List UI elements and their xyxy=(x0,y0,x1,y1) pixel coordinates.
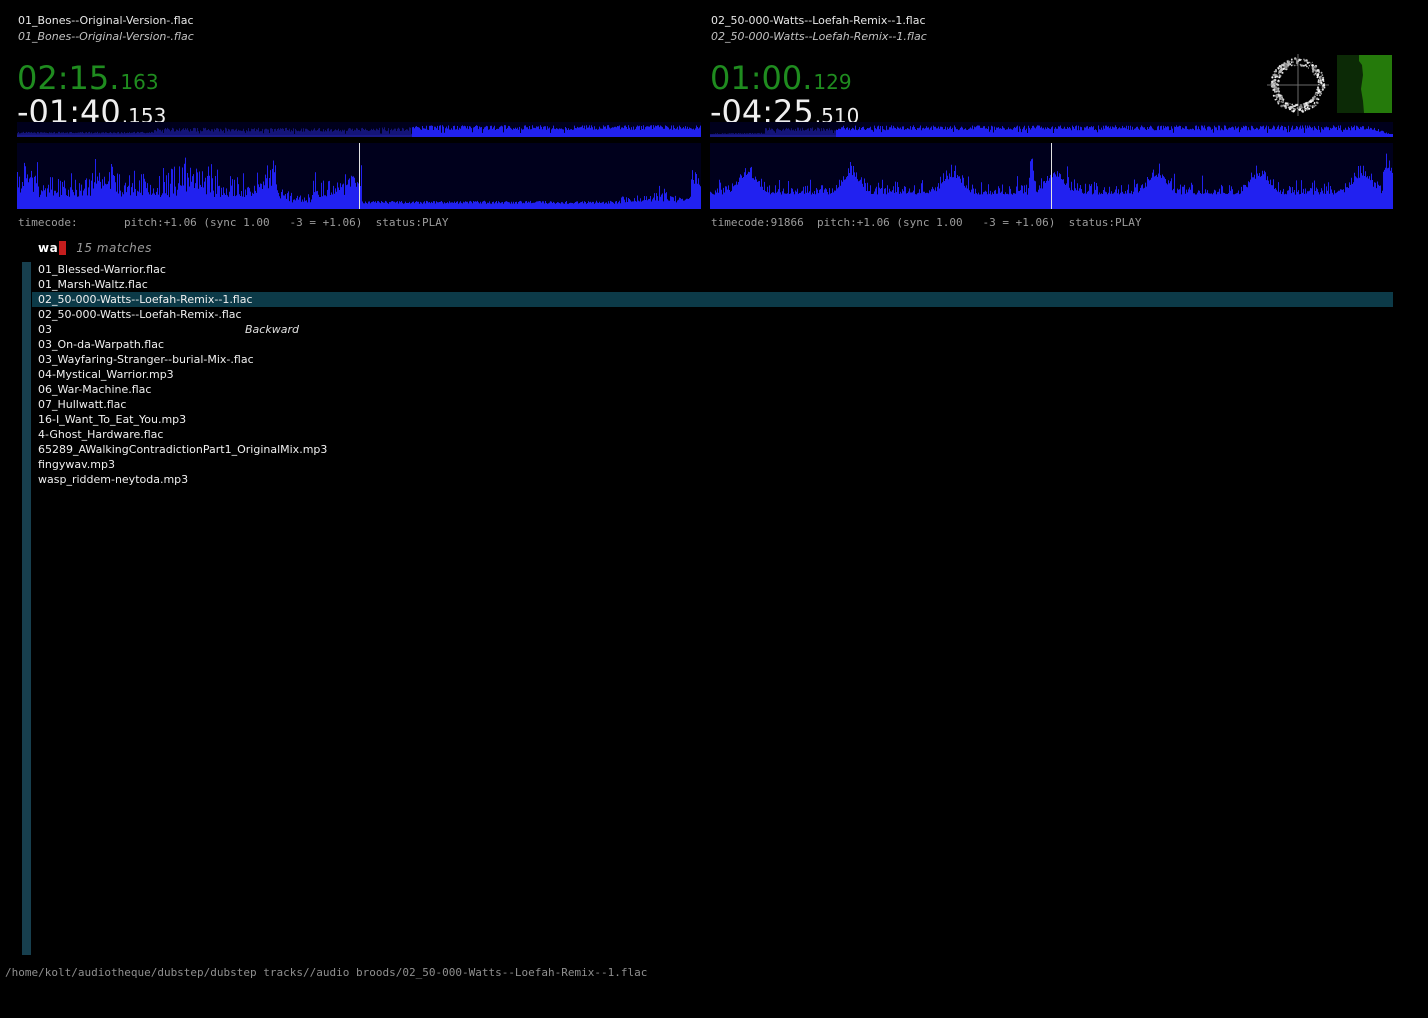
deck-left-track-subtitle: 01_Bones--Original-Version-.flac xyxy=(18,30,194,43)
tracklist-scrollbar[interactable] xyxy=(22,262,31,955)
track-name: 02_50-000-Watts--Loefah-Remix-.flac xyxy=(38,308,242,321)
track-name: 03 xyxy=(38,323,52,336)
track-row[interactable]: 01_Marsh-Waltz.flac xyxy=(32,277,1393,292)
track-name: wasp_riddem-neytoda.mp3 xyxy=(38,473,189,486)
track-row[interactable]: fingywav.mp3 xyxy=(32,457,1393,472)
track-name: 03_Wayfaring-Stranger--burial-Mix-.flac xyxy=(38,353,254,366)
track-row[interactable]: 02_50-000-Watts--Loefah-Remix--1.flac xyxy=(32,292,1393,307)
deck-left: 01_Bones--Original-Version-.flac 01_Bone… xyxy=(17,14,701,234)
search-bar[interactable]: wa 15 matches xyxy=(38,240,152,256)
track-list: 01_Blessed-Warrior.flac 01_Marsh-Waltz.fl… xyxy=(32,262,1393,487)
deck-right-waveform-overview xyxy=(710,122,1393,137)
deck-right: 02_50-000-Watts--Loefah-Remix--1.flac 02… xyxy=(710,14,1393,234)
track-row[interactable]: 65289_AWalkingContradictionPart1_Origina… xyxy=(32,442,1393,457)
deck-right-waveform-closeup xyxy=(710,143,1393,209)
deck-right-status-line: timecode:91866 pitch:+1.06 (sync 1.00 -3… xyxy=(711,216,1142,229)
deck-right-track-title: 02_50-000-Watts--Loefah-Remix--1.flac xyxy=(711,14,926,27)
track-row[interactable]: 03_On-da-Warpath.flac xyxy=(32,337,1393,352)
track-name: 06_War-Machine.flac xyxy=(38,383,152,396)
track-name: 16-I_Want_To_Eat_You.mp3 xyxy=(38,413,187,426)
deck-left-status-line: timecode: pitch:+1.06 (sync 1.00 -3 = +1… xyxy=(18,216,449,229)
selected-track-path: /home/kolt/audiotheque/dubstep/dubstep t… xyxy=(5,966,648,979)
text-cursor xyxy=(59,241,67,255)
deck-left-track-title: 01_Bones--Original-Version-.flac xyxy=(18,14,194,27)
track-note: Backward xyxy=(245,323,299,336)
track-name: 04-Mystical_Warrior.mp3 xyxy=(38,368,174,381)
deck-left-waveform-closeup xyxy=(17,143,701,209)
track-row[interactable]: 01_Blessed-Warrior.flac xyxy=(32,262,1393,277)
track-row[interactable]: 04-Mystical_Warrior.mp3 xyxy=(32,367,1393,382)
track-name: 01_Marsh-Waltz.flac xyxy=(38,278,148,291)
track-name: 02_50-000-Watts--Loefah-Remix--1.flac xyxy=(38,293,253,306)
track-row[interactable]: 06_War-Machine.flac xyxy=(32,382,1393,397)
track-name: 65289_AWalkingContradictionPart1_Origina… xyxy=(38,443,328,456)
match-count-label: 15 matches xyxy=(76,241,152,255)
track-row[interactable]: 16-I_Want_To_Eat_You.mp3 xyxy=(32,412,1393,427)
timecode-scope-icon xyxy=(1267,54,1329,116)
track-row[interactable]: 03 Backward xyxy=(32,322,1393,337)
track-row[interactable]: 02_50-000-Watts--Loefah-Remix-.flac xyxy=(32,307,1393,322)
signal-meter-icon xyxy=(1337,55,1392,113)
track-row[interactable]: 03_Wayfaring-Stranger--burial-Mix-.flac xyxy=(32,352,1393,367)
track-name: 07_Hullwatt.flac xyxy=(38,398,127,411)
xwax-window: 01_Bones--Original-Version-.flac 01_Bone… xyxy=(0,0,1428,1018)
track-row[interactable]: wasp_riddem-neytoda.mp3 xyxy=(32,472,1393,487)
search-input[interactable]: wa xyxy=(38,241,58,255)
track-row[interactable]: 4-Ghost_Hardware.flac xyxy=(32,427,1393,442)
deck-right-track-subtitle: 02_50-000-Watts--Loefah-Remix--1.flac xyxy=(711,30,927,43)
track-name: 01_Blessed-Warrior.flac xyxy=(38,263,166,276)
deck-left-waveform-overview xyxy=(17,122,701,137)
track-name: 4-Ghost_Hardware.flac xyxy=(38,428,164,441)
track-name: 03_On-da-Warpath.flac xyxy=(38,338,165,351)
track-name: fingywav.mp3 xyxy=(38,458,115,471)
track-row[interactable]: 07_Hullwatt.flac xyxy=(32,397,1393,412)
